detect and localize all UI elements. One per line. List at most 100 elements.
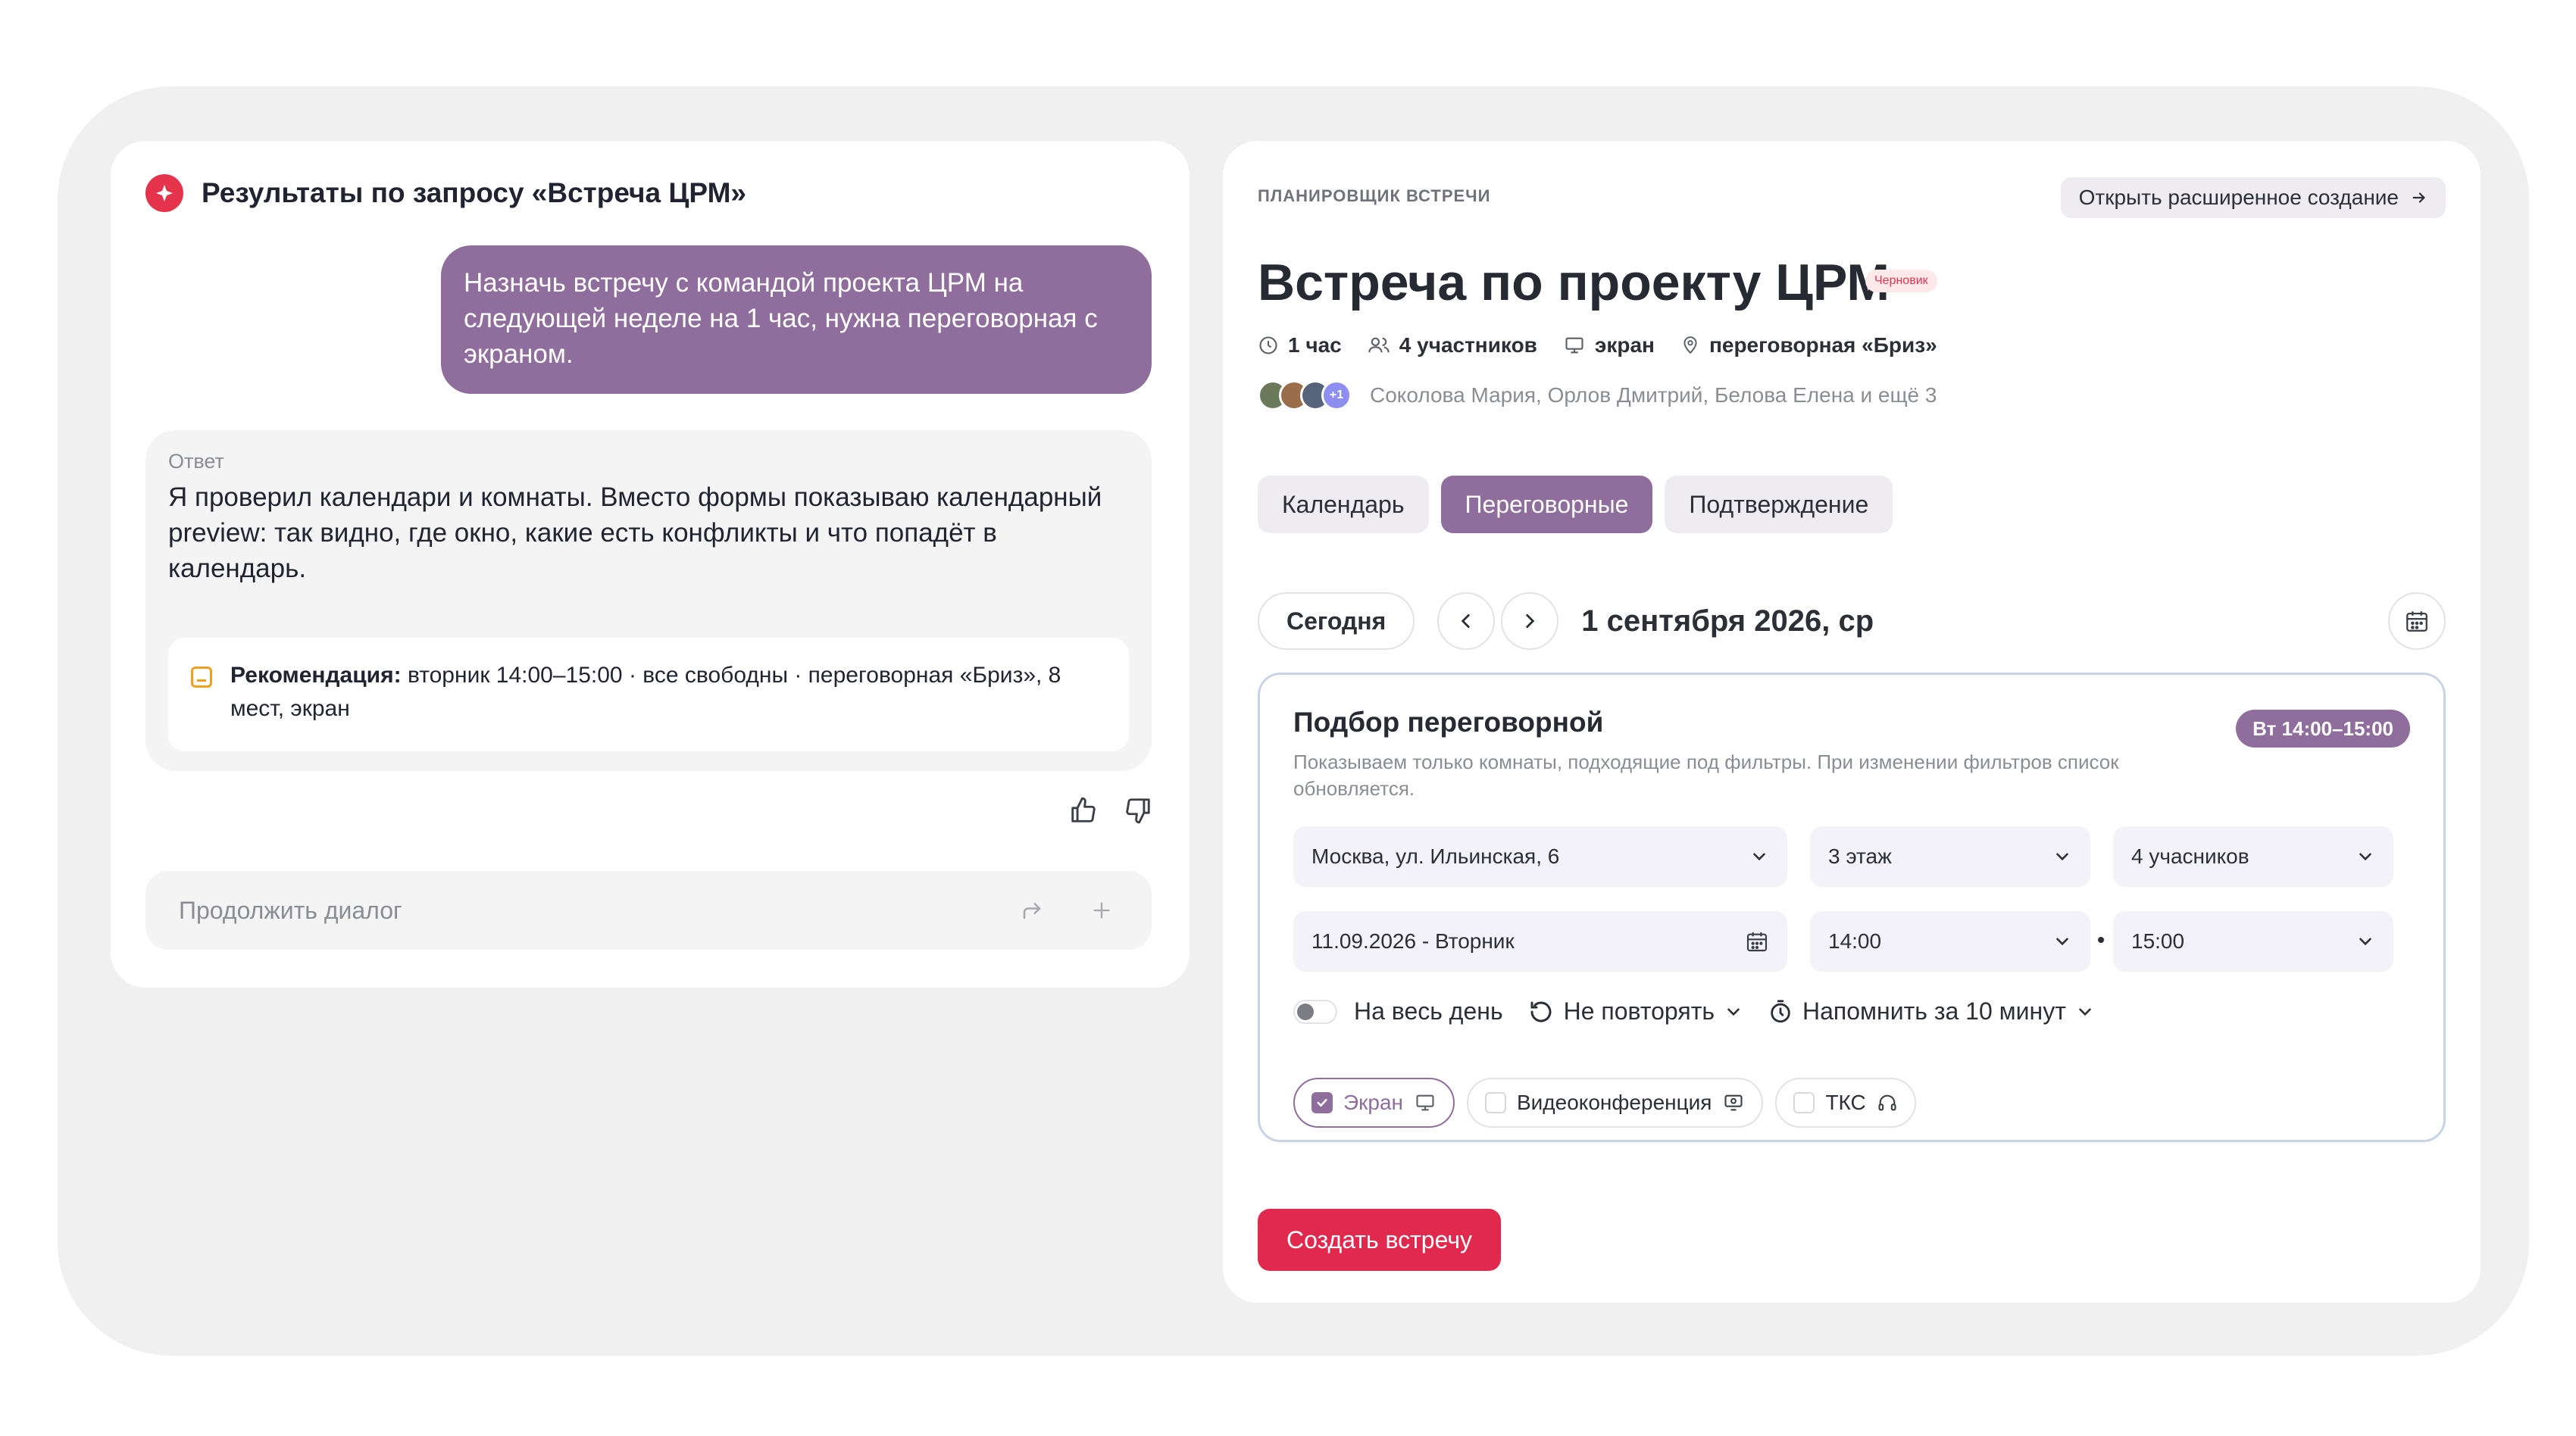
create-meeting-button[interactable]: Создать встречу	[1258, 1209, 1501, 1271]
tab-calendar[interactable]: Календарь	[1258, 476, 1429, 533]
room-picker-description: Показываем только комнаты, подходящие по…	[1293, 751, 2119, 800]
chevron-left-icon	[1461, 614, 1470, 628]
chevron-right-icon	[1526, 614, 1535, 628]
recommendation-card[interactable]: Рекомендация: вторник 14:00–15:00 · все …	[168, 638, 1129, 751]
date-navigation: Сегодня 1 сентября 2026, ср	[1258, 591, 2446, 651]
feature-chip-videoconference[interactable]: Видеоконференция	[1466, 1078, 1764, 1128]
repeat-icon	[1530, 1001, 1552, 1022]
date-picker-field[interactable]: 11.09.2026 - Вторник	[1293, 911, 1787, 972]
chat-header: Результаты по запросу «Встреча ЦРМ»	[145, 174, 746, 212]
all-day-label: На весь день	[1354, 997, 1503, 1025]
calendar-icon	[2406, 611, 2428, 632]
meeting-planner-panel: ПЛАНИРОВЩИК ВСТРЕЧИ Открыть расширенное …	[1223, 141, 2481, 1303]
location-value: Москва, ул. Ильинская, 6	[1311, 844, 1560, 868]
answer-label: Ответ	[168, 450, 224, 473]
chevron-down-icon	[1753, 853, 1765, 861]
chat-title: Результаты по запросу «Встреча ЦРМ»	[202, 177, 747, 208]
meta-duration-text: 1 час	[1288, 333, 1342, 357]
today-button[interactable]: Сегодня	[1258, 592, 1415, 650]
tab-confirmation[interactable]: Подтверждение	[1665, 476, 1893, 533]
thumbs-down-icon[interactable]	[1121, 794, 1155, 827]
clock-icon	[1259, 336, 1277, 354]
time-separator	[2098, 937, 2104, 943]
assistant-logo-icon	[145, 174, 183, 212]
participants-row[interactable]: +1 Соколова Мария, Орлов Дмитрий, Белова…	[1258, 380, 1937, 411]
options-row: На весь день Не повторять Напомнить за 1…	[1293, 997, 2095, 1025]
stopwatch-icon	[1771, 999, 1790, 1022]
calendar-icon	[191, 666, 212, 688]
draft-badge: Черновик	[1865, 270, 1937, 292]
headset-icon	[1878, 1094, 1896, 1111]
meta-equipment-text: экран	[1594, 333, 1655, 357]
share-arrow-icon[interactable]	[1015, 894, 1049, 927]
calendar-icon	[1746, 932, 1768, 952]
meta-duration: 1 час	[1258, 333, 1342, 357]
meta-room: переговорная «Бриз»	[1680, 333, 1937, 357]
feature-chip-screen[interactable]: Экран	[1293, 1078, 1455, 1128]
users-icon	[1368, 337, 1390, 353]
meeting-meta: 1 час 4 участников экран переговорная «Б…	[1258, 333, 1937, 357]
open-advanced-label: Открыть расширенное создание	[2078, 186, 2399, 209]
current-date: 1 сентября 2026, ср	[1581, 604, 1874, 638]
location-pin-icon	[1683, 336, 1697, 354]
answer-text: Я проверил календари и комнаты. Вместо ф…	[168, 482, 1102, 583]
thumbs-up-icon[interactable]	[1067, 794, 1100, 827]
room-picker-card: Подбор переговорной Вт 14:00–15:00 Показ…	[1258, 673, 2446, 1142]
date-value: 11.09.2026 - Вторник	[1311, 929, 1515, 953]
plus-icon[interactable]	[1085, 894, 1118, 927]
avatar-group: +1	[1258, 380, 1352, 411]
feature-screen-label: Экран	[1343, 1091, 1403, 1114]
next-day-button[interactable]	[1501, 592, 1559, 650]
open-calendar-button[interactable]	[2388, 592, 2446, 650]
reminder-dropdown[interactable]: Напомнить за 10 минут	[1768, 997, 2095, 1025]
feature-tks-label: ТКС	[1825, 1091, 1866, 1114]
meta-participants-text: 4 участников	[1399, 333, 1537, 357]
chevron-down-icon	[2056, 853, 2068, 861]
feature-chip-tks[interactable]: ТКС	[1775, 1078, 1916, 1128]
checkbox-unchecked	[1484, 1092, 1506, 1113]
monitor-icon	[1565, 337, 1583, 354]
room-picker-title: Подбор переговорной	[1293, 707, 1604, 738]
all-day-toggle[interactable]	[1293, 999, 1337, 1024]
chevron-down-icon	[2079, 1007, 2091, 1016]
time-to-select[interactable]: 15:00	[2113, 911, 2393, 972]
chevron-down-icon	[2359, 938, 2371, 946]
capacity-select[interactable]: 4 учасников	[2113, 826, 2393, 887]
meta-equipment: экран	[1563, 333, 1655, 357]
time-badge: Вт 14:00–15:00	[2236, 710, 2410, 748]
continue-dialog-input[interactable]	[179, 896, 979, 925]
time-to-value: 15:00	[2131, 929, 2185, 953]
prev-day-button[interactable]	[1437, 592, 1496, 650]
reminder-label: Напомнить за 10 минут	[1802, 997, 2066, 1025]
reactions	[1067, 794, 1155, 827]
monitor-icon	[1416, 1094, 1434, 1111]
time-from-value: 14:00	[1828, 929, 1882, 953]
meeting-title: Встреча по проекту ЦРМ	[1258, 254, 1890, 311]
floor-value: 3 этаж	[1828, 844, 1892, 868]
meta-room-text: переговорная «Бриз»	[1708, 333, 1937, 357]
continue-dialog-bar	[145, 871, 1152, 950]
location-select[interactable]: Москва, ул. Ильинская, 6	[1293, 826, 1787, 887]
avatar-more: +1	[1321, 380, 1352, 411]
repeat-dropdown[interactable]: Не повторять	[1527, 997, 1743, 1025]
tab-rooms[interactable]: Переговорные	[1440, 476, 1653, 533]
arrow-right-icon	[2412, 192, 2425, 203]
time-from-select[interactable]: 14:00	[1810, 911, 2090, 972]
chat-panel: Результаты по запросу «Встреча ЦРМ» Назн…	[111, 141, 1190, 988]
chevron-down-icon	[1727, 1007, 1740, 1016]
chevron-down-icon	[2359, 853, 2371, 861]
meta-participants: 4 участников	[1368, 333, 1537, 357]
checkbox-checked	[1311, 1092, 1333, 1113]
recommendation-label: Рекомендация:	[230, 663, 402, 688]
capacity-value: 4 учасников	[2131, 844, 2249, 868]
checkbox-unchecked	[1793, 1092, 1815, 1113]
planner-tabs: Календарь Переговорные Подтверждение	[1258, 476, 1893, 533]
participants-list: Соколова Мария, Орлов Дмитрий, Белова Ел…	[1370, 383, 1937, 407]
feature-chips: Экран Видеоконференция ТКС	[1293, 1078, 1916, 1128]
video-display-icon	[1724, 1094, 1743, 1111]
open-advanced-button[interactable]: Открыть расширенное создание	[2060, 177, 2446, 218]
feature-video-label: Видеоконференция	[1516, 1091, 1712, 1114]
repeat-label: Не повторять	[1563, 997, 1715, 1025]
floor-select[interactable]: 3 этаж	[1810, 826, 2090, 887]
assistant-answer: Ответ Я проверил календари и комнаты. Вм…	[145, 430, 1152, 771]
